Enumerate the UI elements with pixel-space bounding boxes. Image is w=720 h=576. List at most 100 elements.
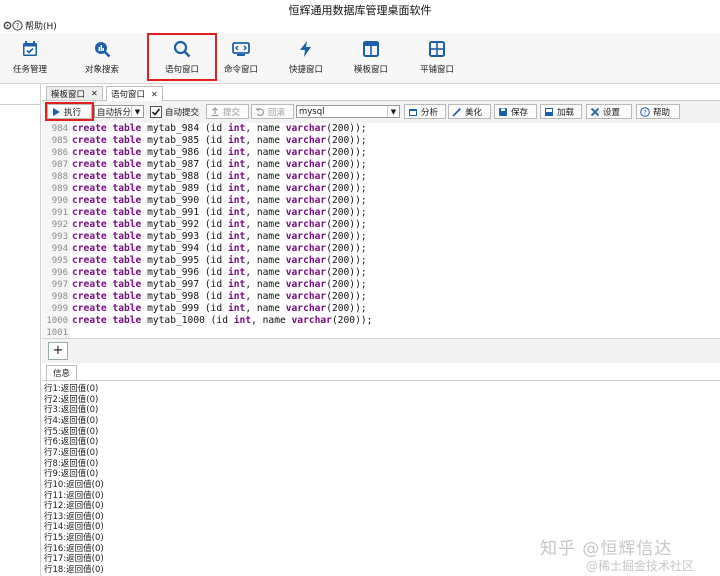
column-id: (id — [204, 183, 223, 194]
column-id: (id — [204, 303, 223, 314]
tab-template-window[interactable]: 模板窗口 ✕ — [46, 86, 103, 100]
type-varchar: varchar — [285, 303, 327, 314]
execute-label: 执行 — [64, 107, 82, 118]
object-search-button[interactable]: 对象搜索 — [69, 35, 135, 79]
command-window-button[interactable]: 命令窗口 — [208, 35, 274, 79]
shortcut-window-button[interactable]: 快捷窗口 — [273, 35, 339, 79]
object-search-label: 对象搜索 — [84, 65, 119, 75]
statement-window-button[interactable]: 语句窗口 — [147, 33, 217, 81]
column-name: , name — [251, 315, 286, 326]
code-text: create table mytab_993 (id int, name var… — [72, 231, 367, 243]
svg-text:?: ? — [643, 108, 646, 116]
column-name: , name — [245, 255, 280, 266]
keyword-create: create — [72, 171, 107, 182]
table-number: 996 — [181, 267, 200, 278]
keyword-create: create — [72, 219, 107, 230]
keyword-create: create — [72, 255, 107, 266]
column-id: (id — [204, 219, 223, 230]
keyword-table: table — [112, 195, 142, 206]
menu-help-label: 帮助(H) — [25, 21, 57, 32]
line-number: 992 — [51, 220, 68, 230]
save-label: 保存 — [511, 107, 529, 118]
code-text: create table mytab_1000 (id int, name va… — [72, 315, 372, 327]
keyword-create: create — [72, 123, 107, 134]
beautify-button[interactable]: 美化 — [448, 104, 491, 119]
split-select[interactable]: 自动拆分 ▼ — [94, 105, 144, 118]
line-number: 989 — [51, 184, 68, 194]
tail-text: (200)); — [326, 303, 367, 314]
column-name: , name — [245, 207, 280, 218]
analyze-button[interactable]: 分析 — [404, 104, 446, 119]
table-number: 986 — [181, 147, 200, 158]
lightning-icon — [300, 41, 311, 57]
info-line: 行18:返回值(0) — [44, 565, 104, 576]
calendar-icon — [409, 108, 417, 116]
db-type-value: mysql — [299, 106, 325, 117]
tab-info[interactable]: 信息 — [46, 365, 78, 380]
keyword-table: table — [112, 219, 142, 230]
column-name: , name — [245, 195, 280, 206]
close-icon[interactable]: ✕ — [91, 89, 98, 98]
column-name: , name — [245, 267, 280, 278]
save-button[interactable]: 保存 — [494, 104, 537, 119]
db-type-select[interactable]: mysql ▼ — [296, 105, 400, 118]
settings-button[interactable]: 设置 — [586, 104, 632, 119]
code-text: create table mytab_984 (id int, name var… — [72, 123, 367, 135]
line-number: 985 — [51, 136, 68, 146]
commit-button[interactable]: 提交 — [206, 104, 249, 119]
column-id: (id — [204, 267, 223, 278]
type-int: int — [227, 207, 246, 218]
line-number: 1000 — [46, 316, 68, 326]
tail-text: (200)); — [326, 207, 367, 218]
checkbox-box[interactable] — [150, 105, 162, 118]
code-text: create table mytab_985 (id int, name var… — [72, 135, 367, 147]
code-text: create table mytab_988 (id int, name var… — [72, 171, 367, 183]
help-button[interactable]: ? 帮助 — [636, 104, 680, 119]
column-name: , name — [245, 123, 280, 134]
type-varchar: varchar — [285, 255, 327, 266]
code-text: create table mytab_998 (id int, name var… — [72, 291, 367, 303]
tail-text: (200)); — [326, 255, 367, 266]
left-panel[interactable] — [0, 84, 41, 576]
column-id: (id — [204, 291, 223, 302]
four-pane-icon — [429, 41, 445, 57]
code-text: create table mytab_994 (id int, name var… — [72, 243, 367, 255]
code-text: create table mytab_990 (id int, name var… — [72, 195, 367, 207]
command-window-label: 命令窗口 — [223, 65, 258, 75]
upload-icon — [211, 106, 219, 116]
keyword-table: table — [112, 171, 142, 182]
column-name: , name — [245, 231, 280, 242]
type-varchar: varchar — [285, 267, 327, 278]
line-number: 988 — [51, 172, 68, 182]
task-manager-button[interactable]: 任务管理 — [0, 35, 63, 79]
keyword-table: table — [112, 303, 142, 314]
add-button[interactable]: + — [48, 342, 68, 360]
execute-button[interactable]: 执行 — [45, 102, 94, 121]
keyword-table: table — [112, 123, 142, 134]
beautify-label: 美化 — [465, 107, 483, 118]
type-int: int — [227, 243, 246, 254]
table-prefix: mytab_ — [147, 123, 182, 134]
keyword-table: table — [112, 279, 142, 290]
template-window-button[interactable]: 模板窗口 — [338, 35, 404, 79]
auto-commit-checkbox[interactable]: 自动提交 — [150, 105, 199, 118]
tile-window-button[interactable]: 平铺窗口 — [404, 35, 470, 79]
column-id: (id — [204, 255, 223, 266]
rollback-button[interactable]: 回滚 — [251, 104, 294, 119]
code-text: create table mytab_999 (id int, name var… — [72, 303, 367, 315]
column-name: , name — [245, 219, 280, 230]
tab-statement-window[interactable]: 语句窗口 ✕ — [106, 86, 163, 101]
load-button[interactable]: 加载 — [540, 104, 582, 119]
table-number: 995 — [181, 255, 200, 266]
line-number: 990 — [51, 196, 68, 206]
play-icon — [53, 107, 60, 116]
column-id: (id — [204, 159, 223, 170]
sql-editor[interactable]: 984 create table mytab_984 (id int, name … — [42, 123, 720, 338]
tail-text: (200)); — [326, 267, 367, 278]
column-id: (id — [204, 171, 223, 182]
close-icon[interactable]: ✕ — [151, 90, 158, 99]
title-bar: 恒辉通用数据库管理桌面软件 — [0, 0, 720, 17]
code-text: create table mytab_997 (id int, name var… — [72, 279, 367, 291]
keyword-table: table — [112, 159, 142, 170]
menu-help[interactable]: ? 帮助(H) — [12, 18, 57, 32]
